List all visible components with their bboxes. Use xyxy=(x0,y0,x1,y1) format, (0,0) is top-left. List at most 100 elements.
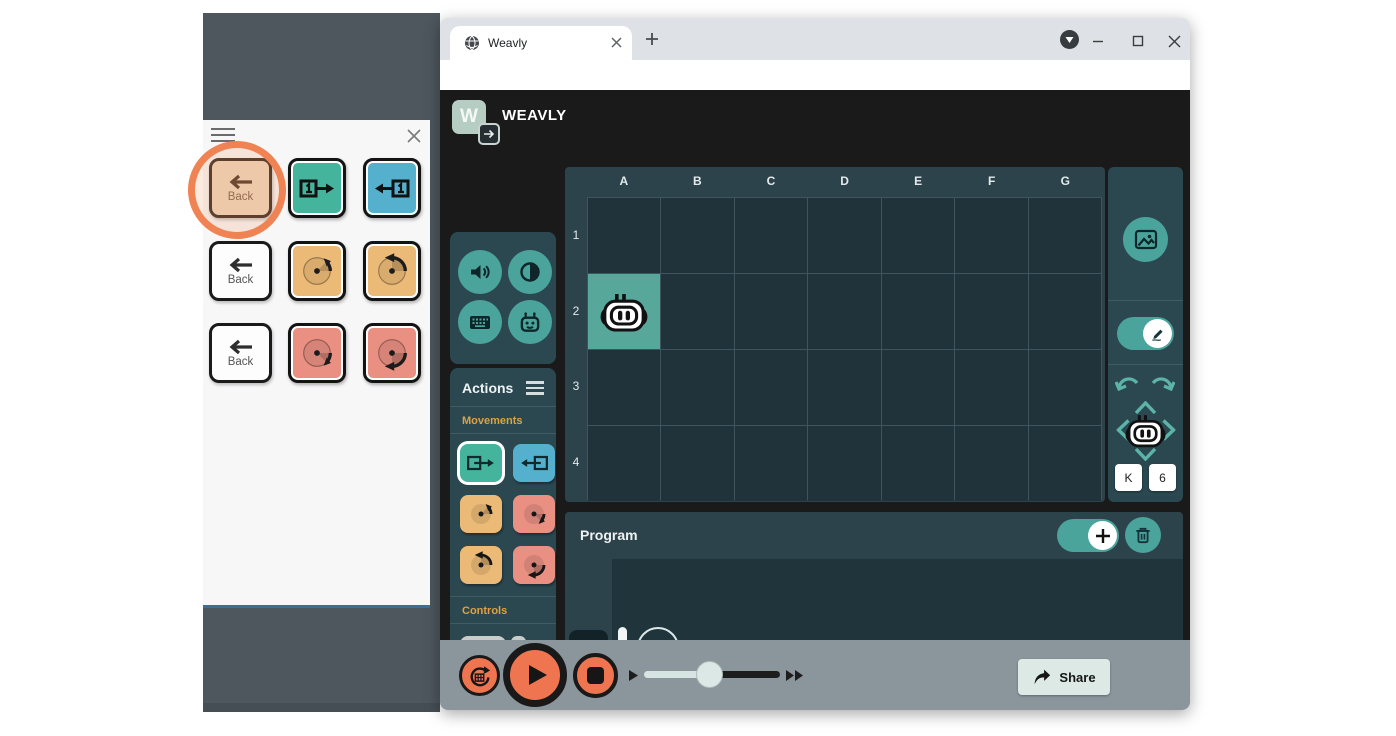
character-column xyxy=(565,559,612,640)
contrast-icon xyxy=(520,262,540,282)
maximize-button[interactable] xyxy=(1124,32,1152,50)
pen-toggle[interactable] xyxy=(1117,317,1174,350)
turn-right-45-block[interactable] xyxy=(513,494,555,533)
back-button-label: Back xyxy=(227,273,254,286)
column-header: B xyxy=(693,174,702,188)
column-header: G xyxy=(1060,174,1070,188)
replay-button[interactable] xyxy=(459,655,500,696)
image-icon xyxy=(1134,229,1157,249)
character-button[interactable] xyxy=(508,300,552,344)
speaker-icon xyxy=(471,265,490,279)
column-header: E xyxy=(914,174,923,188)
grid-cell xyxy=(955,198,1028,273)
extension-icon[interactable] xyxy=(1060,30,1079,49)
utility-panel xyxy=(450,232,556,364)
add-action-toggle[interactable] xyxy=(1057,519,1119,552)
close-icon[interactable] xyxy=(407,129,421,143)
column-header: D xyxy=(840,174,849,188)
key-button-right[interactable]: 6 xyxy=(1149,464,1176,491)
actions-panel: Actions Movements Controls xyxy=(450,368,556,640)
turn-left-90-icon xyxy=(471,550,493,575)
key-button-left[interactable]: K xyxy=(1115,464,1142,491)
forward-1-block[interactable] xyxy=(288,158,346,218)
stop-icon xyxy=(587,667,604,684)
column-header: A xyxy=(619,174,629,188)
tab-close-icon[interactable] xyxy=(611,37,622,48)
actions-menu-icon[interactable] xyxy=(526,378,544,398)
theme-button[interactable] xyxy=(508,250,552,294)
movement-blocks xyxy=(450,434,556,596)
back-button[interactable]: Back xyxy=(209,241,272,301)
turn-left-45-block[interactable] xyxy=(460,494,502,533)
share-button[interactable]: Share xyxy=(1018,659,1110,695)
undo-icon[interactable] xyxy=(1115,374,1141,392)
program-character-button[interactable] xyxy=(569,630,608,640)
play-button[interactable] xyxy=(503,643,567,707)
shortcut-row-2: Back xyxy=(203,241,430,303)
turn-right-45-block[interactable] xyxy=(288,323,346,383)
turn-left-45-icon xyxy=(303,257,333,285)
browser-toolbar: create.weavly.org/ xyxy=(440,60,1190,128)
back-button[interactable]: Back xyxy=(209,323,272,383)
forward-block[interactable] xyxy=(460,443,502,482)
speed-slow-icon[interactable] xyxy=(629,670,638,681)
backward-icon xyxy=(521,455,548,470)
stop-button[interactable] xyxy=(573,653,618,698)
grid-cell xyxy=(808,350,881,425)
speed-fast-icon[interactable] xyxy=(786,670,803,681)
backward-block[interactable] xyxy=(513,443,555,482)
turn-left-45-icon xyxy=(471,503,493,524)
pen-icon xyxy=(1152,329,1163,341)
row-header: 3 xyxy=(572,379,580,394)
audio-button[interactable] xyxy=(458,250,502,294)
turn-left-90-block[interactable] xyxy=(363,241,421,301)
program-title: Program xyxy=(580,527,638,543)
browser-tab[interactable]: Weavly xyxy=(450,26,632,60)
program-section: Program xyxy=(565,512,1183,640)
replay-icon xyxy=(470,665,490,686)
background-image-button[interactable] xyxy=(1123,217,1168,262)
keyboard-shortcuts-button[interactable] xyxy=(458,300,502,344)
grid-cell xyxy=(808,274,881,349)
grid-cell xyxy=(734,198,808,273)
backward-1-block[interactable] xyxy=(363,158,421,218)
turn-right-90-block[interactable] xyxy=(513,545,555,584)
play-controls-bar: Share xyxy=(440,640,1190,710)
delete-all-button[interactable] xyxy=(1125,517,1161,553)
row-header: 4 xyxy=(572,455,580,470)
grid-cell xyxy=(881,350,955,425)
robot-character-icon xyxy=(600,293,648,332)
grid-cell xyxy=(734,426,808,501)
grid-cell xyxy=(881,198,955,273)
program-header: Program xyxy=(565,512,1183,559)
scene-options-panel: K 6 xyxy=(1108,167,1183,502)
turn-right-45-icon xyxy=(303,339,333,367)
browser-window: Weavly create.weavly.org/ W xyxy=(440,18,1190,710)
speed-slider-thumb[interactable] xyxy=(696,661,723,688)
add-step-button[interactable] xyxy=(637,627,679,640)
grid-cell xyxy=(661,274,734,349)
arrow-left-icon xyxy=(229,257,252,272)
redo-icon[interactable] xyxy=(1149,374,1175,392)
turn-left-45-block[interactable] xyxy=(288,241,346,301)
grid-cell xyxy=(734,350,808,425)
turn-right-90-block[interactable] xyxy=(363,323,421,383)
grid-cell xyxy=(881,274,955,349)
back-button-label: Back xyxy=(227,355,254,368)
grid-cells xyxy=(587,197,1102,501)
grid-cell xyxy=(955,274,1028,349)
program-start-handle[interactable] xyxy=(618,627,627,640)
tab-title: Weavly xyxy=(488,36,528,50)
grid-cell xyxy=(734,274,808,349)
turn-left-90-block[interactable] xyxy=(460,545,502,584)
grid-cell xyxy=(1028,198,1101,273)
column-headers: A B C D E F G xyxy=(587,174,1102,188)
robot-face-icon xyxy=(520,312,540,332)
share-icon xyxy=(1035,669,1051,685)
chevron-down-icon[interactable] xyxy=(1134,447,1157,461)
close-window-button[interactable] xyxy=(1160,32,1188,50)
grid-cell xyxy=(661,426,734,501)
new-tab-icon[interactable] xyxy=(644,31,660,47)
grid-cell xyxy=(1028,350,1101,425)
minimize-button[interactable] xyxy=(1084,32,1112,50)
